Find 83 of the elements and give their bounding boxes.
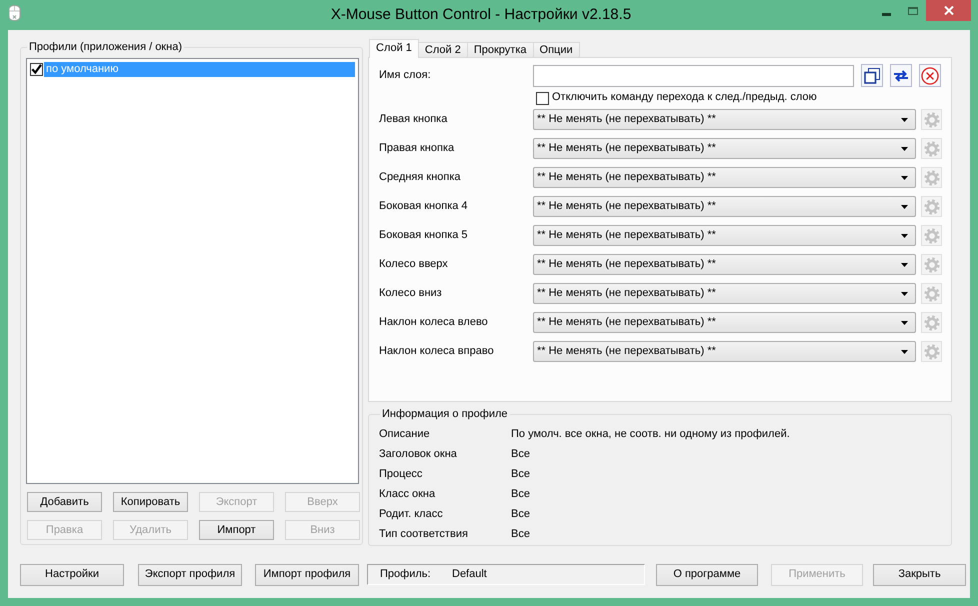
dialog-button[interactable]: Импорт профиля — [255, 564, 359, 586]
field-label: Имя слоя: — [379, 68, 431, 81]
caret-icon — [901, 262, 908, 266]
info-value: По умолч. все окна, не соотв. ни одному из профилей. — [511, 428, 790, 442]
caret-icon — [901, 292, 908, 296]
mouse-icon — [8, 5, 21, 21]
info-label: Заголовок окна — [379, 448, 457, 460]
info-label: Класс окна — [379, 488, 436, 500]
row-label: Наклон колеса влево — [379, 316, 488, 328]
row-label: Боковая кнопка 5 — [379, 228, 468, 241]
dropdown[interactable]: ** Не менять (не перехватывать) ** — [533, 254, 916, 275]
info-value: Все — [511, 488, 530, 502]
checkbox-label: Отключить команду перехода к след./предыд. слою — [552, 91, 817, 105]
dropdown[interactable]: ** Не менять (не перехватывать) ** — [533, 167, 916, 188]
maximize-button[interactable] — [908, 7, 918, 15]
dialog-button[interactable]: Закрыть — [873, 564, 966, 586]
dropdown[interactable]: ** Не менять (не перехватывать) ** — [533, 109, 916, 130]
tab[interactable]: Опции — [532, 42, 580, 58]
caret-icon — [901, 320, 908, 324]
caret-icon — [901, 176, 908, 180]
info-value: Все — [511, 528, 530, 542]
status-label: Профиль: — [380, 568, 431, 580]
copy-button[interactable] — [861, 64, 883, 87]
action-button[interactable]: Копировать — [113, 492, 188, 512]
row-label: Правая кнопка — [379, 142, 454, 154]
checkbox[interactable] — [536, 92, 549, 104]
caret-icon — [901, 146, 908, 150]
minimize-button[interactable] — [882, 13, 891, 16]
info-label: Тип соответствия — [379, 528, 468, 540]
info-value: Все — [511, 468, 530, 482]
info-label: Описание — [379, 428, 430, 440]
info-label: Родит. класс — [379, 508, 443, 520]
gear-icon — [924, 286, 940, 302]
row-label: Боковая кнопка 4 — [379, 200, 468, 212]
info-value: Все — [511, 508, 530, 522]
gear-icon — [924, 198, 940, 214]
caret-icon — [901, 204, 908, 208]
dialog-button[interactable]: Настройки — [20, 564, 124, 586]
row-label: Колесо вверх — [379, 258, 448, 270]
dropdown[interactable]: ** Не менять (не перехватывать) ** — [533, 283, 916, 304]
gear-icon — [924, 228, 940, 244]
status-value: Default — [452, 568, 487, 582]
row-label: Левая кнопка — [379, 112, 448, 125]
dialog-button[interactable]: О программе — [656, 564, 758, 586]
dialog-button[interactable]: Экспорт профиля — [138, 564, 242, 586]
swap-button[interactable] — [890, 64, 912, 87]
dropdown[interactable]: ** Не менять (не перехватывать) ** — [533, 138, 916, 159]
tab[interactable]: Слой 2 — [418, 42, 468, 58]
gear-icon — [924, 314, 940, 330]
dropdown[interactable]: ** Не менять (не перехватывать) ** — [533, 196, 916, 217]
caret-icon — [901, 350, 908, 354]
x-circle-icon — [921, 66, 939, 84]
swap-arrows-icon — [893, 70, 909, 82]
info-label: Процесс — [379, 468, 422, 480]
copy-icon — [864, 68, 880, 84]
close-icon — [944, 6, 954, 15]
dropdown[interactable]: ** Не менять (не перехватывать) ** — [533, 312, 916, 333]
caret-icon — [901, 234, 908, 238]
window-title: X-Mouse Button Control - Настройки v2.18.5 — [330, 6, 632, 23]
tab[interactable]: Прокрутка — [466, 42, 534, 58]
action-button[interactable]: Добавить — [27, 492, 102, 512]
group-title: Профили (приложения / окна) — [28, 40, 183, 54]
gear-icon — [924, 140, 940, 156]
dropdown[interactable]: ** Не менять (не перехватывать) ** — [533, 341, 916, 362]
dropdown[interactable]: ** Не менять (не перехватывать) ** — [533, 225, 916, 246]
caret-icon — [901, 118, 908, 122]
text-field[interactable] — [533, 64, 854, 86]
action-button[interactable]: Импорт — [199, 520, 274, 540]
minimize-icon — [882, 13, 891, 16]
row-label: Колесо вниз — [379, 286, 442, 299]
row-label: Наклон колеса вправо — [379, 344, 494, 357]
checkbox[interactable] — [30, 63, 43, 76]
gear-icon — [924, 170, 940, 186]
gear-icon — [924, 344, 940, 360]
tab[interactable]: Слой 1 — [369, 39, 419, 58]
info-value: Все — [511, 448, 530, 462]
group-title: Информация о профиле — [381, 407, 509, 421]
delete-button[interactable] — [919, 64, 941, 87]
gear-icon — [924, 112, 940, 128]
maximize-icon — [908, 7, 918, 15]
close-button[interactable] — [926, 0, 971, 21]
row-label: Средняя кнопка — [379, 170, 461, 183]
gear-icon — [924, 256, 940, 272]
